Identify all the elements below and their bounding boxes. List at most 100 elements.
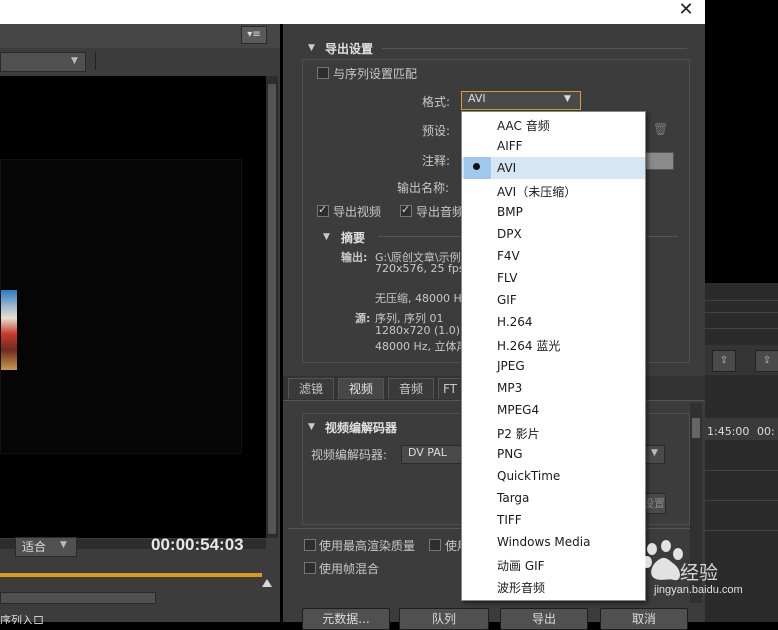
trash-icon[interactable]: 🗑 — [653, 122, 668, 136]
format-menu-item[interactable]: P2 影片 — [462, 421, 645, 443]
format-menu-item-label: DPX — [497, 227, 522, 241]
source-range-bar[interactable] — [0, 573, 262, 577]
watermark-brand-cn: 经验 — [680, 562, 719, 584]
use-preview-checkbox[interactable] — [429, 539, 441, 551]
export-button[interactable]: 导出 — [500, 608, 588, 630]
export-audio-checkbox[interactable] — [400, 203, 412, 217]
format-menu-item[interactable]: AAC 音频 — [462, 113, 645, 135]
chevron-down-icon: ▼ — [651, 448, 658, 458]
playhead-handle[interactable] — [262, 579, 272, 587]
summary-source-label: 源: — [355, 312, 371, 325]
format-menu-item-label: TIFF — [497, 513, 522, 527]
format-menu-item-label: Windows Media — [497, 535, 591, 549]
format-menu-item[interactable]: Windows Media — [462, 531, 645, 553]
close-icon[interactable]: ✕ — [677, 0, 695, 22]
comment-input[interactable] — [645, 152, 674, 170]
source-monitor-pane: ▾≡ ▼ — [0, 24, 280, 622]
export-video-checkbox[interactable] — [317, 203, 329, 217]
chevron-down-icon: ▼ — [60, 540, 67, 550]
video-frame — [0, 159, 242, 454]
match-sequence-checkbox[interactable] — [317, 67, 329, 79]
export-audio-label: 导出音频 — [416, 205, 461, 219]
divider — [705, 530, 778, 531]
format-value: AVI — [468, 92, 486, 105]
format-menu-item[interactable]: AVI（未压缩） — [462, 179, 645, 201]
metadata-button[interactable]: 元数据... — [302, 608, 390, 630]
collapse-triangle-icon[interactable]: ▼ — [308, 43, 315, 53]
format-menu-item[interactable]: AIFF — [462, 135, 645, 157]
radio-dot-icon — [473, 163, 480, 170]
collapse-triangle-icon[interactable]: ▼ — [308, 422, 315, 432]
tab-ftp[interactable]: FT — [438, 378, 462, 399]
format-label: 格式: — [422, 95, 451, 109]
frame-blending-checkbox[interactable] — [304, 562, 316, 574]
summary-source-line: 48000 Hz, 立体声 — [375, 340, 468, 353]
source-range-dropdown[interactable] — [0, 592, 156, 604]
tab-filters[interactable]: 滤镜 — [288, 378, 334, 399]
video-thumbnail — [1, 290, 17, 370]
format-menu-item-label: JPEG — [497, 359, 525, 373]
format-menu-item[interactable]: H.264 — [462, 311, 645, 333]
summary-output-label: 输出: — [341, 251, 368, 264]
format-menu-item[interactable]: TIFF — [462, 509, 645, 531]
format-menu-item[interactable]: PNG — [462, 443, 645, 465]
match-sequence-label: 与序列设置匹配 — [333, 67, 418, 81]
source-dropdown[interactable]: ▼ — [0, 52, 86, 72]
summary-output-line: 720x576, 25 fps, — [375, 262, 469, 275]
divider — [382, 48, 687, 49]
video-codec-value: DV PAL — [408, 446, 447, 459]
scrollbar-thumb[interactable] — [692, 418, 700, 438]
video-codec-label: 视频编解码器: — [311, 448, 388, 462]
format-menu-item-label: GIF — [497, 293, 517, 307]
chevron-down-icon: ▼ — [71, 56, 78, 66]
max-render-quality-checkbox[interactable] — [304, 539, 316, 551]
codec-settings-label: 设置 — [643, 497, 665, 510]
format-menu-item-label: AVI — [497, 161, 517, 175]
comment-label: 注释: — [422, 154, 451, 168]
format-menu-item[interactable]: MPEG4 — [462, 399, 645, 421]
preset-label: 预设: — [422, 124, 451, 138]
divider — [705, 328, 778, 329]
format-menu-item-label: MPEG4 — [497, 403, 540, 417]
format-menu-item[interactable]: F4V — [462, 245, 645, 267]
format-menu-item-label: MP3 — [497, 381, 523, 395]
format-menu-item[interactable]: H.264 蓝光 — [462, 333, 645, 355]
collapse-triangle-icon[interactable]: ▼ — [323, 232, 330, 242]
format-menu-item[interactable]: Targa — [462, 487, 645, 509]
zoom-fit-label: 适合 — [22, 540, 47, 554]
format-menu-item[interactable]: GIF — [462, 289, 645, 311]
chevron-down-icon: ▼ — [564, 94, 571, 104]
extract-icon[interactable]: ⇪ — [755, 350, 778, 372]
export-video-label: 导出视频 — [333, 205, 382, 219]
format-menu-item-label: P2 影片 — [497, 427, 540, 441]
scrollbar-thumb[interactable] — [268, 84, 276, 534]
format-menu-item-label: H.264 — [497, 315, 533, 329]
preview-area — [0, 76, 266, 538]
frame-blending-label: 使用帧混合 — [319, 562, 380, 576]
format-menu-item-label: AIFF — [497, 139, 523, 153]
tab-video[interactable]: 视频 — [338, 378, 384, 399]
format-menu-item-label: AVI（未压缩） — [497, 185, 577, 199]
tab-audio[interactable]: 音频 — [388, 378, 434, 399]
format-menu-item[interactable]: MP3 — [462, 377, 645, 399]
timecode: 00:00:54:03 — [151, 535, 244, 554]
source-toolbar — [0, 24, 280, 48]
format-menu-item[interactable]: JPEG — [462, 355, 645, 377]
format-menu-item[interactable]: DPX — [462, 223, 645, 245]
format-menu-item-label: QuickTime — [497, 469, 561, 483]
summary-source-line: 1280x720 (1.0), 2 — [375, 324, 475, 337]
panel-menu-icon[interactable]: ▾≡ — [241, 26, 267, 44]
summary-output-line: 无压缩, 48000 H — [375, 292, 462, 305]
format-menu-item-label: 波形音频 — [497, 581, 546, 595]
timeline-time-label: 1:45:00 — [707, 425, 750, 438]
format-menu: AAC 音频 AIFF AVI AVI（未压缩） BMP DPX F4V FLV GIF H.26… — [461, 111, 646, 601]
lift-icon[interactable]: ⇪ — [712, 350, 736, 372]
cancel-button[interactable]: 取消 — [600, 608, 688, 630]
window-titlebar: ✕ — [0, 0, 705, 24]
format-menu-item[interactable]: FLV — [462, 267, 645, 289]
format-menu-item[interactable]: BMP — [462, 201, 645, 223]
format-menu-item[interactable]: AVI — [462, 157, 645, 179]
queue-button[interactable]: 队列 — [399, 608, 489, 630]
format-menu-item[interactable]: QuickTime — [462, 465, 645, 487]
max-render-quality-label: 使用最高渲染质量 — [319, 539, 416, 553]
